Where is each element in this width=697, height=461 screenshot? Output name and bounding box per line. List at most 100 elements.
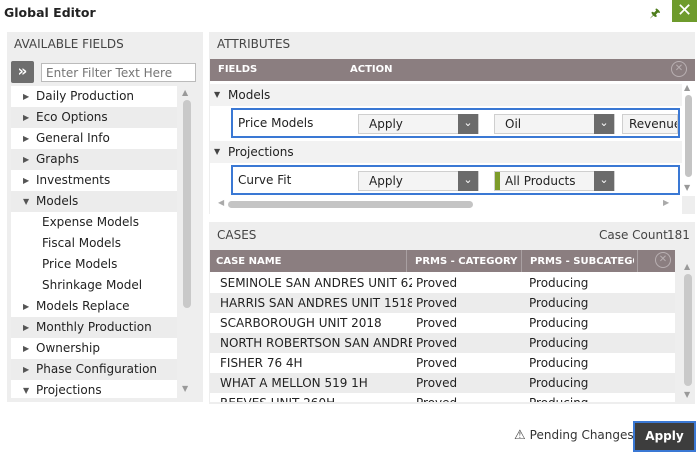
table-cell: Producing xyxy=(529,376,589,390)
color-tag xyxy=(495,172,500,190)
chevron-right-icon[interactable]: ▶ xyxy=(23,317,29,338)
scroll-left-icon[interactable]: ◀ xyxy=(218,198,224,207)
available-fields-list: ▶ Daily Production ▶ Eco Options ▶ General In… xyxy=(11,86,177,398)
field-list-item-label: Monthly Production xyxy=(36,320,152,334)
chevron-right-icon[interactable]: ▶ xyxy=(23,149,29,170)
field-row-curve-fit: Curve Fit Apply ⌄ All Products ⌄ xyxy=(231,165,680,195)
field-list-item-label: Price Models xyxy=(42,257,118,271)
chevron-down-icon[interactable]: ▼ xyxy=(23,380,29,398)
column-divider[interactable] xyxy=(406,250,407,272)
field-list-item-label: Models xyxy=(36,194,79,208)
scroll-down-icon[interactable]: ▼ xyxy=(182,384,188,393)
column-case-name[interactable]: CASE NAME xyxy=(216,256,281,267)
chevron-down-icon[interactable]: ⌄ xyxy=(594,114,614,134)
attributes-column-header xyxy=(210,59,695,81)
field-list-item-label: General Info xyxy=(36,131,110,145)
table-cell: Producing xyxy=(529,296,589,310)
filter-input[interactable] xyxy=(41,63,196,82)
scroll-up-icon[interactable]: ▲ xyxy=(684,262,690,271)
field-list-item-label: Shrinkage Model xyxy=(42,278,143,292)
field-list-item[interactable]: ▶ Ownership xyxy=(11,338,177,359)
field-list-item[interactable]: ▶ Models Replace xyxy=(11,296,177,317)
field-list-item[interactable]: ▼ Models xyxy=(11,191,177,212)
scroll-down-icon[interactable]: ▼ xyxy=(684,183,690,192)
scroll-down-icon[interactable]: ▼ xyxy=(684,390,690,399)
double-chevron-right-icon[interactable]: » xyxy=(11,61,34,83)
field-list-item-label: Eco Options xyxy=(36,110,108,124)
chevron-down-icon[interactable]: ▼ xyxy=(23,191,29,212)
chevron-right-icon[interactable]: ▶ xyxy=(23,107,29,128)
field-list-item[interactable]: ▶ General Info xyxy=(11,128,177,149)
chevron-right-icon[interactable]: ▶ xyxy=(23,359,29,380)
scroll-right-icon[interactable]: ▶ xyxy=(663,198,669,207)
attributes-vertical-scrollbar[interactable]: ▲ ▼ xyxy=(682,81,695,196)
chevron-right-icon[interactable]: ▶ xyxy=(23,296,29,317)
scroll-thumb[interactable] xyxy=(183,100,191,308)
attributes-header: ATTRIBUTES xyxy=(217,37,291,51)
chevron-down-icon[interactable]: ⌄ xyxy=(458,114,478,134)
revenue-dropdown[interactable]: Revenue xyxy=(622,114,678,134)
action-dropdown[interactable]: Apply ⌄ xyxy=(358,171,479,191)
scroll-up-icon[interactable]: ▲ xyxy=(684,83,690,92)
column-divider[interactable] xyxy=(637,250,638,272)
action-dropdown[interactable]: Apply ⌄ xyxy=(358,114,479,134)
field-row-price-models: Price Models Apply ⌄ Oil ⌄ Revenue xyxy=(231,108,680,138)
table-cell: Producing xyxy=(529,356,589,370)
table-row[interactable]: HARRIS SAN ANDRES UNIT 1518B Proved Produc… xyxy=(210,293,675,313)
column-divider[interactable] xyxy=(521,250,522,272)
pending-changes: ⚠ Pending Changes xyxy=(514,428,634,443)
scroll-up-icon[interactable]: ▲ xyxy=(182,88,188,97)
group-projections[interactable]: ▼ Projections xyxy=(210,141,682,163)
field-list-item[interactable]: Expense Models xyxy=(11,212,177,233)
table-row[interactable]: FISHER 76 4H Proved Producing xyxy=(210,353,675,373)
group-models[interactable]: ▼ Models xyxy=(210,84,682,106)
chevron-right-icon[interactable]: ▶ xyxy=(23,86,29,107)
field-list-item[interactable]: ▶ Monthly Production xyxy=(11,317,177,338)
apply-button[interactable]: Apply xyxy=(633,421,696,452)
chevron-right-icon[interactable]: ▶ xyxy=(23,128,29,149)
available-fields-scrollbar[interactable]: ▲ ▼ xyxy=(180,86,194,398)
field-list-item-label: Models Replace xyxy=(36,299,130,313)
clear-icon[interactable]: ✕ xyxy=(655,252,671,268)
value-dropdown[interactable]: Oil ⌄ xyxy=(494,114,615,134)
field-list-item[interactable]: ▼ Projections xyxy=(11,380,177,398)
pin-icon[interactable]: 🖈 xyxy=(649,4,661,20)
field-list-item[interactable]: ▶ Investments xyxy=(11,170,177,191)
chevron-right-icon[interactable]: ▶ xyxy=(23,170,29,191)
field-list-item[interactable]: Shrinkage Model xyxy=(11,275,177,296)
field-list-item-label: Graphs xyxy=(36,152,80,166)
close-icon[interactable]: ✕ xyxy=(672,0,697,22)
window-title: Global Editor xyxy=(4,5,96,20)
table-cell: Producing xyxy=(529,336,589,350)
table-row[interactable]: SCARBOROUGH UNIT 2018 Proved Producing xyxy=(210,313,675,333)
chevron-down-icon[interactable]: ⌄ xyxy=(458,171,478,191)
chevron-right-icon[interactable]: ▶ xyxy=(23,338,29,359)
field-list-item[interactable]: ▶ Eco Options xyxy=(11,107,177,128)
table-cell: Producing xyxy=(529,276,589,290)
cases-header: CASES xyxy=(217,228,257,242)
table-row[interactable]: NORTH ROBERTSON SAN ANDRES U Proved Produc… xyxy=(210,333,675,353)
table-row[interactable]: REEVES UNIT 260H Proved Producing xyxy=(210,393,675,402)
table-cell: NORTH ROBERTSON SAN ANDRES U xyxy=(220,336,412,350)
table-row[interactable]: SEMINOLE SAN ANDRES UNIT 6222 Proved Produ… xyxy=(210,273,675,293)
field-list-item[interactable]: Price Models xyxy=(11,254,177,275)
field-list-item[interactable]: ▶ Phase Configuration xyxy=(11,359,177,380)
cases-vertical-scrollbar[interactable]: ▲ ▼ xyxy=(681,250,695,402)
scroll-thumb[interactable] xyxy=(228,201,473,208)
field-list-item[interactable]: ▶ Daily Production xyxy=(11,86,177,107)
attributes-horizontal-scrollbar[interactable]: ◀ ▶ xyxy=(218,198,673,210)
clear-icon[interactable]: ✕ xyxy=(671,61,687,77)
value-dropdown[interactable]: All Products ⌄ xyxy=(494,171,615,191)
table-row[interactable]: WHAT A MELLON 519 1H Proved Producing xyxy=(210,373,675,393)
field-list-item-label: Fiscal Models xyxy=(42,236,121,250)
chevron-down-icon: ▼ xyxy=(214,90,221,99)
chevron-down-icon[interactable]: ⌄ xyxy=(594,171,614,191)
field-list-item[interactable]: Fiscal Models xyxy=(11,233,177,254)
field-list-item[interactable]: ▶ Graphs xyxy=(11,149,177,170)
column-prms-category[interactable]: PRMS - CATEGORY xyxy=(415,256,517,267)
scroll-thumb[interactable] xyxy=(684,274,692,386)
value-text: Oil xyxy=(505,117,522,131)
group-label: Models xyxy=(228,88,271,102)
column-prms-subcategory[interactable]: PRMS - SUBCATEGOR xyxy=(530,256,634,267)
scroll-thumb[interactable] xyxy=(685,95,692,177)
